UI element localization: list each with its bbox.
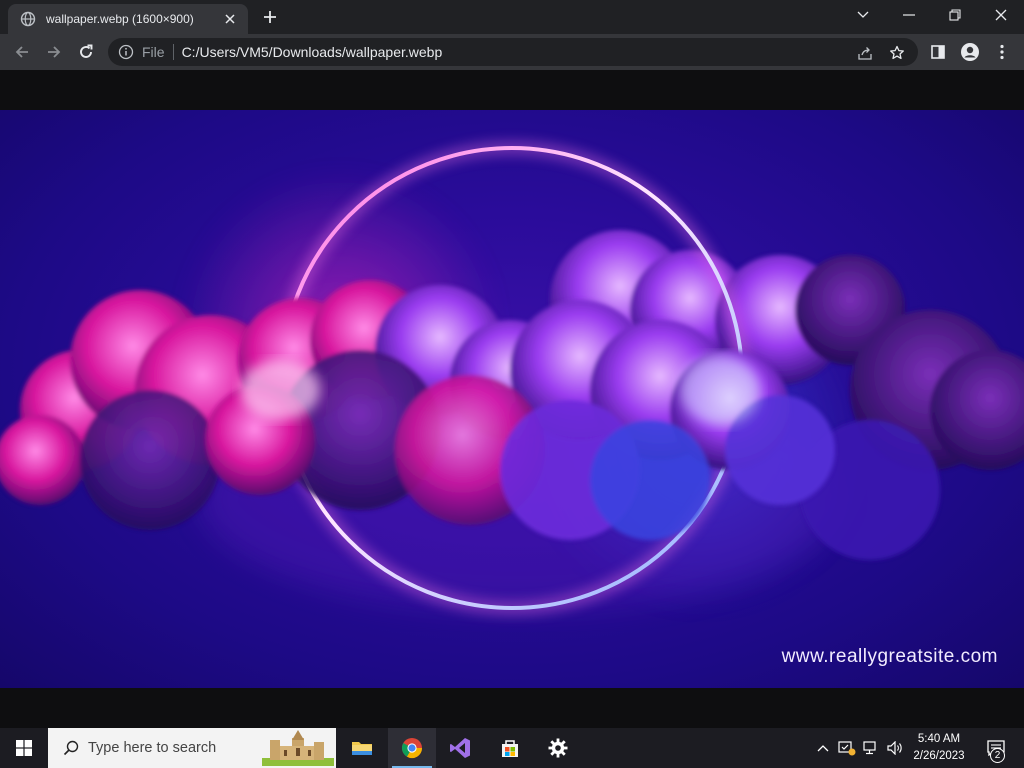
scheme-chip: File — [142, 44, 165, 60]
search-placeholder: Type here to search — [88, 740, 217, 756]
globe-icon — [20, 11, 36, 27]
share-icon[interactable] — [856, 44, 874, 62]
tab-title: wallpaper.webp (1600×900) — [46, 12, 194, 26]
volume-icon[interactable] — [884, 728, 906, 768]
start-button[interactable] — [0, 728, 48, 768]
microsoft-store-icon[interactable] — [486, 728, 534, 768]
tab-active[interactable]: wallpaper.webp (1600×900) — [8, 4, 248, 34]
windows-taskbar: Type here to search 5:40 AM 2/26/2023 2 — [0, 728, 1024, 768]
windows-logo-icon — [16, 740, 32, 756]
browser-titlebar: wallpaper.webp (1600×900) — [0, 0, 1024, 34]
address-bar[interactable]: File C:/Users/VM5/Downloads/wallpaper.we… — [108, 38, 918, 66]
clock-date: 2/26/2023 — [913, 750, 965, 762]
new-tab-button[interactable] — [258, 6, 282, 28]
minimize-icon[interactable] — [886, 0, 932, 30]
visual-studio-icon[interactable] — [436, 728, 484, 768]
chevron-down-icon[interactable] — [840, 0, 886, 30]
settings-icon[interactable] — [534, 728, 582, 768]
file-explorer-icon[interactable] — [338, 728, 386, 768]
clock-time: 5:40 AM — [917, 733, 961, 745]
url-text[interactable]: C:/Users/VM5/Downloads/wallpaper.webp — [182, 44, 443, 60]
network-icon[interactable] — [860, 728, 882, 768]
close-icon[interactable] — [978, 0, 1024, 30]
reload-icon[interactable] — [72, 38, 100, 66]
forward-arrow-icon[interactable] — [40, 38, 68, 66]
show-hidden-icons-chevron[interactable] — [812, 728, 834, 768]
notification-count-badge: 2 — [990, 748, 1005, 763]
neon-ring-cloud-illustration — [0, 141, 1024, 615]
more-menu-icon[interactable] — [988, 38, 1016, 66]
image-viewer: www.reallygreatsite.com — [0, 70, 1024, 728]
side-panel-icon[interactable] — [924, 38, 952, 66]
back-arrow-icon[interactable] — [8, 38, 36, 66]
security-icon[interactable] — [836, 728, 858, 768]
tab-close-icon[interactable] — [222, 11, 238, 27]
bookmark-star-icon[interactable] — [888, 44, 906, 62]
site-info-icon[interactable] — [118, 44, 134, 60]
restore-icon[interactable] — [932, 0, 978, 30]
chrome-icon[interactable] — [388, 728, 436, 768]
profile-icon[interactable] — [956, 38, 984, 66]
search-highlight-cathedral-image — [262, 730, 334, 766]
taskbar-search-box[interactable]: Type here to search — [48, 728, 336, 768]
search-icon — [62, 739, 80, 757]
taskbar-clock[interactable]: 5:40 AM 2/26/2023 — [906, 731, 972, 765]
omnibox-divider — [172, 44, 174, 60]
wallpaper-image[interactable]: www.reallygreatsite.com — [0, 110, 1024, 688]
watermark-text: www.reallygreatsite.com — [781, 646, 998, 667]
